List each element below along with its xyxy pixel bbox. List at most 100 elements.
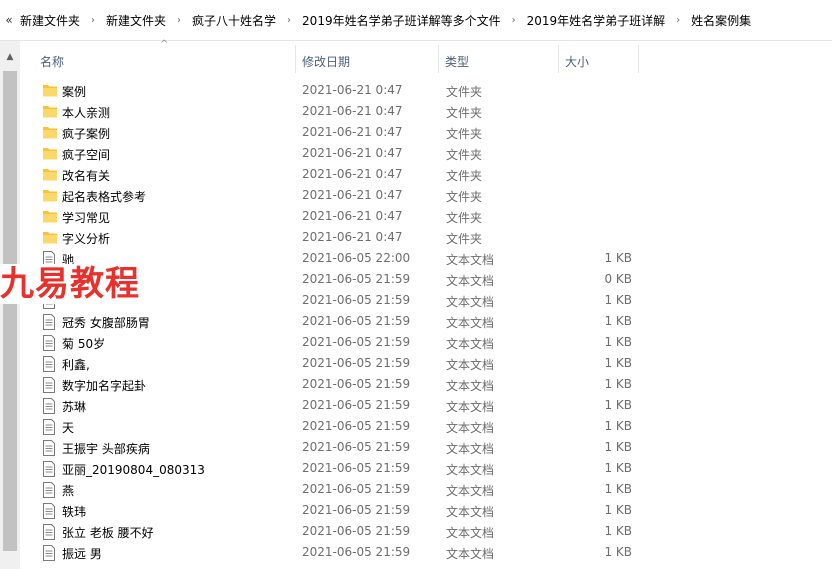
file-size: 1 KB (604, 356, 632, 370)
column-header-type[interactable]: 类型 (445, 53, 469, 70)
file-type: 文本文档 (446, 316, 495, 330)
file-row[interactable]: 疯子空间 2021-06-21 0:47 文件夹 (20, 143, 832, 164)
file-type: 文件夹 (446, 106, 483, 120)
folder-icon (42, 125, 58, 140)
file-name: 改名有关 (62, 169, 111, 183)
file-row[interactable]: 振远 男 2021-06-05 21:59 文本文档 1 KB (20, 542, 832, 563)
file-row[interactable]: 字义分析 2021-06-21 0:47 文件夹 (20, 227, 832, 248)
file-size: 1 KB (604, 251, 632, 265)
file-size: 1 KB (604, 545, 632, 559)
column-divider[interactable] (638, 45, 639, 73)
text-file-icon (42, 419, 58, 435)
breadcrumb-item[interactable]: 新建文件夹 (104, 12, 168, 29)
text-file-icon (42, 314, 58, 330)
file-row[interactable]: 菊 50岁 2021-06-05 21:59 文本文档 1 KB (20, 332, 832, 353)
file-date: 2021-06-05 21:59 (302, 482, 411, 496)
file-name: 疯子案例 (62, 127, 111, 141)
file-type: 文件夹 (446, 127, 483, 141)
file-name: 学习常见 (62, 211, 111, 225)
file-date: 2021-06-05 21:59 (302, 419, 411, 433)
file-size: 1 KB (604, 440, 632, 454)
text-file-icon (42, 545, 58, 561)
breadcrumb-item[interactable]: 新建文件夹 (18, 12, 82, 29)
column-divider[interactable] (558, 45, 559, 73)
file-size: 1 KB (604, 314, 632, 328)
file-name: 振远 男 (62, 547, 102, 561)
file-row[interactable]: 案例 2021-06-21 0:47 文件夹 (20, 80, 832, 101)
column-header-size[interactable]: 大小 (565, 53, 589, 70)
file-row[interactable]: 疯子案例 2021-06-21 0:47 文件夹 (20, 122, 832, 143)
column-header-row: ^ 名称 修改日期 类型 大小 (20, 39, 832, 81)
file-name: 燕 (62, 484, 75, 498)
folder-icon (42, 230, 58, 245)
file-row[interactable]: 苏琳 2021-06-05 21:59 文本文档 1 KB (20, 395, 832, 416)
text-file-icon (42, 440, 58, 456)
file-name: 字义分析 (62, 232, 111, 246)
chevron-right-icon[interactable]: › (667, 15, 689, 26)
file-type: 文本文档 (446, 421, 495, 435)
file-date: 2021-06-05 21:59 (302, 461, 411, 475)
column-header-name[interactable]: 名称 (40, 53, 64, 70)
watermark: 九易教程 (0, 264, 144, 304)
text-file-icon (42, 482, 58, 498)
file-name: 冠秀 女腹部肠胃 (62, 316, 150, 330)
column-header-date[interactable]: 修改日期 (302, 53, 350, 70)
file-row[interactable]: 轶玮 2021-06-05 21:59 文本文档 1 KB (20, 500, 832, 521)
file-name: 利鑫, (62, 358, 90, 372)
file-row[interactable]: 燕 2021-06-05 21:59 文本文档 1 KB (20, 479, 832, 500)
file-row[interactable]: 本人亲测 2021-06-21 0:47 文件夹 (20, 101, 832, 122)
file-date: 2021-06-05 21:59 (302, 272, 411, 286)
file-type: 文件夹 (446, 85, 483, 99)
chevron-right-icon[interactable]: › (82, 15, 104, 26)
file-date: 2021-06-21 0:47 (302, 125, 403, 139)
file-size: 1 KB (604, 335, 632, 349)
file-row[interactable]: 冠秀 女腹部肠胃 2021-06-05 21:59 文本文档 1 KB (20, 311, 832, 332)
file-date: 2021-06-05 21:59 (302, 440, 411, 454)
file-type: 文件夹 (446, 232, 483, 246)
file-name: 本人亲测 (62, 106, 111, 120)
column-divider[interactable] (295, 45, 296, 73)
file-name: 王振宇 头部疾病 (62, 442, 150, 456)
file-date: 2021-06-21 0:47 (302, 188, 403, 202)
breadcrumb-item[interactable]: 2019年姓名学弟子班详解 (525, 12, 668, 29)
file-date: 2021-06-21 0:47 (302, 146, 403, 160)
file-row[interactable]: 利鑫, 2021-06-05 21:59 文本文档 1 KB (20, 353, 832, 374)
file-size: 1 KB (604, 503, 632, 517)
breadcrumb-item[interactable]: 2019年姓名学弟子班详解等多个文件 (300, 12, 503, 29)
file-size: 1 KB (604, 482, 632, 496)
file-date: 2021-06-21 0:47 (302, 167, 403, 181)
file-date: 2021-06-05 21:59 (302, 377, 411, 391)
file-row[interactable]: 改名有关 2021-06-21 0:47 文件夹 (20, 164, 832, 185)
sort-ascending-icon: ^ (160, 39, 169, 50)
scroll-up-arrow-icon[interactable]: ▲ (2, 49, 18, 65)
file-row[interactable]: 起名表格式参考 2021-06-21 0:47 文件夹 (20, 185, 832, 206)
file-date: 2021-06-05 21:59 (302, 293, 411, 307)
text-file-icon (42, 335, 58, 351)
navigation-pane-scrollbar[interactable]: ▲ (0, 41, 20, 569)
chevron-right-icon[interactable]: › (503, 15, 525, 26)
file-row[interactable]: 张立 老板 腰不好 2021-06-05 21:59 文本文档 1 KB (20, 521, 832, 542)
column-divider[interactable] (438, 45, 439, 73)
file-date: 2021-06-21 0:47 (302, 230, 403, 244)
text-file-icon (42, 398, 58, 414)
file-date: 2021-06-05 21:59 (302, 335, 411, 349)
breadcrumb-overflow-icon[interactable]: « (0, 13, 18, 27)
chevron-right-icon[interactable]: › (168, 15, 190, 26)
file-date: 2021-06-21 0:47 (302, 104, 403, 118)
folder-icon (42, 146, 58, 161)
file-size: 0 KB (604, 272, 632, 286)
file-type: 文件夹 (446, 211, 483, 225)
chevron-right-icon[interactable]: › (278, 15, 300, 26)
file-name: 案例 (62, 85, 87, 99)
file-row[interactable]: 学习常见 2021-06-21 0:47 文件夹 (20, 206, 832, 227)
breadcrumb-item-current[interactable]: 姓名案例集 (689, 12, 753, 29)
file-list: 案例 2021-06-21 0:47 文件夹 本人亲测 2021-06-21 0:47 文… (20, 80, 832, 563)
file-row[interactable]: 亚丽_20190804_080313 2021-06-05 21:59 文本文档 1 … (20, 458, 832, 479)
scrollbar-thumb[interactable] (3, 71, 17, 551)
folder-icon (42, 209, 58, 224)
file-row[interactable]: 天 2021-06-05 21:59 文本文档 1 KB (20, 416, 832, 437)
file-row[interactable]: 王振宇 头部疾病 2021-06-05 21:59 文本文档 1 KB (20, 437, 832, 458)
file-row[interactable]: 数字加名字起卦 2021-06-05 21:59 文本文档 1 KB (20, 374, 832, 395)
breadcrumb-item[interactable]: 疯子八十姓名学 (190, 12, 278, 29)
file-type: 文件夹 (446, 148, 483, 162)
